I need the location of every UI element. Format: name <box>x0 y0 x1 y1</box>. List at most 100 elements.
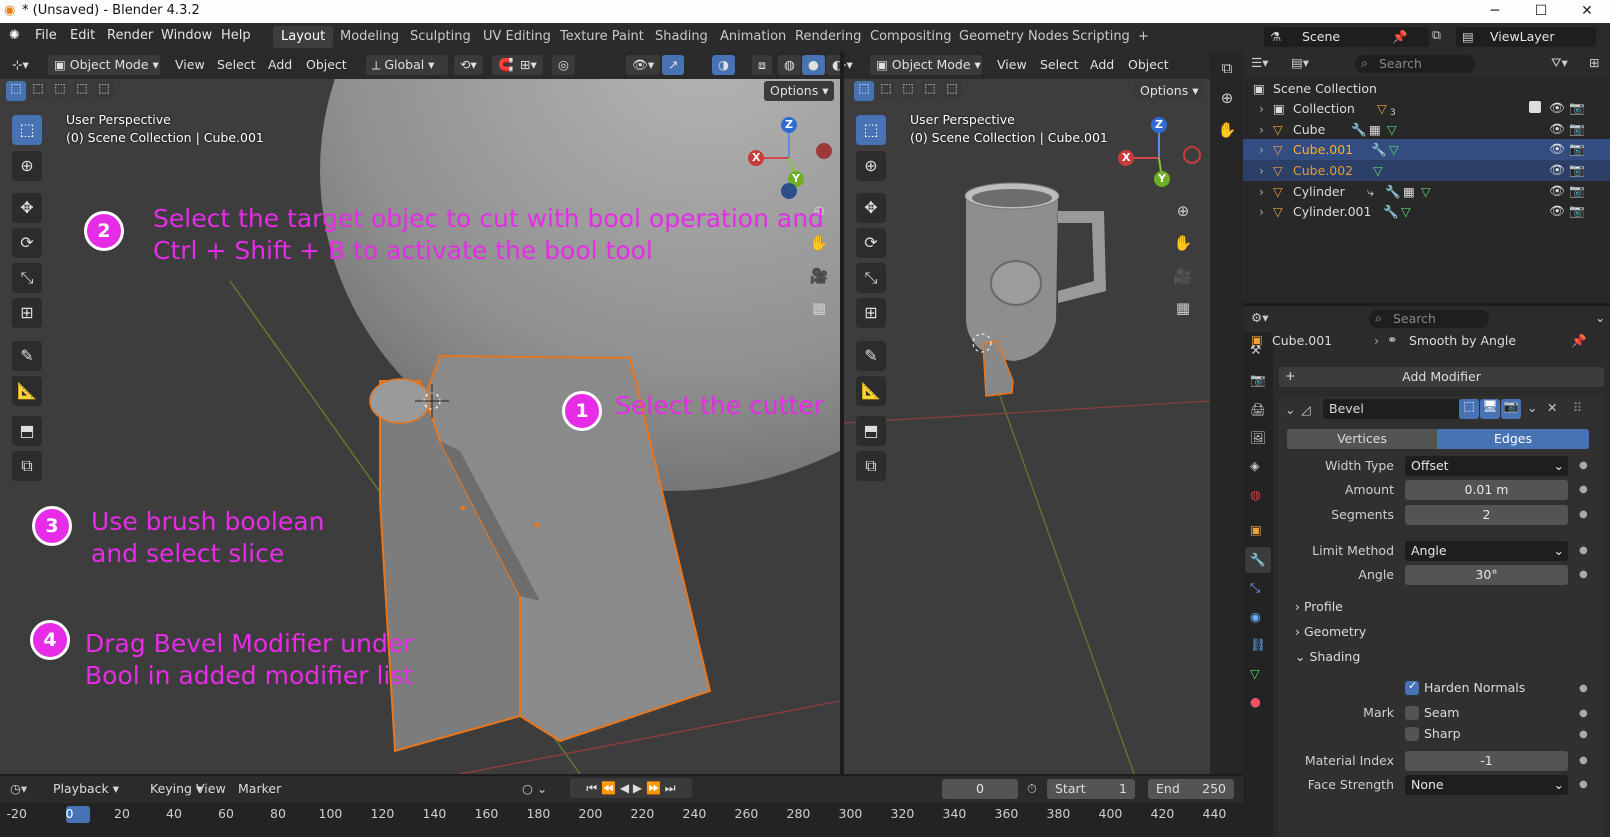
outliner-row-cylinder-001[interactable]: › ▽ Cylinder.001 🔧 ▽ 👁 📷 <box>1243 201 1610 222</box>
menu-select-right[interactable]: Select <box>1040 57 1079 72</box>
menu-marker[interactable]: Marker <box>238 781 281 796</box>
sharp-checkbox[interactable] <box>1405 727 1419 741</box>
keyframe-dot-icon[interactable]: ● <box>1579 729 1588 740</box>
annotate-tool-right-icon[interactable]: ✎ <box>856 341 886 371</box>
end-frame-field[interactable]: End 250 <box>1148 779 1234 799</box>
segments-field[interactable]: 2 <box>1405 505 1568 525</box>
camera-icon[interactable]: 📷 <box>1569 100 1585 116</box>
menu-file[interactable]: File <box>35 28 57 43</box>
exclude-checkbox[interactable] <box>1529 101 1541 113</box>
render-tab-icon[interactable]: 📷 <box>1250 372 1266 388</box>
outliner-row-cylinder[interactable]: › ▽ Cylinder ⤷ 🔧 ▦ ▽ 👁 📷 <box>1243 181 1610 202</box>
tab-rendering[interactable]: Rendering <box>787 26 869 48</box>
solid-shading-icon[interactable]: ● <box>802 55 825 75</box>
keyframe-dot-icon[interactable]: ● <box>1579 460 1588 471</box>
menu-window[interactable]: Window <box>161 28 212 43</box>
expand-arrow-icon[interactable]: › <box>1259 204 1264 219</box>
options-dropdown[interactable]: Options ▾ <box>764 81 834 101</box>
keyframe-dot-icon[interactable]: ● <box>1579 484 1588 495</box>
measure-tool-icon[interactable]: 📐 <box>12 376 42 406</box>
output-tab-icon[interactable]: 🖨 <box>1250 402 1266 418</box>
physics-tab-icon[interactable]: ◉ <box>1250 609 1261 624</box>
tab-shading[interactable]: Shading <box>647 26 716 48</box>
tab-modeling[interactable]: Modeling <box>332 26 407 48</box>
eye-icon[interactable]: 👁 <box>1549 141 1565 157</box>
expand-arrow-icon[interactable]: › <box>1259 142 1264 157</box>
options-dropdown-right[interactable]: Options ▾ <box>1134 81 1204 101</box>
ortho-grid-icon[interactable]: ▦ <box>806 295 832 321</box>
material-shading-icon[interactable]: ◐ <box>826 55 840 75</box>
camera-view-icon[interactable]: 🎥 <box>806 263 832 289</box>
cursor-tool-right-icon[interactable]: ⊕ <box>856 151 886 181</box>
transform-orientation-dropdown[interactable]: ⟂ Global ▾ <box>366 55 448 75</box>
jump-end-icon[interactable]: ⏭ <box>665 781 676 795</box>
mode-dropdown-right[interactable]: ▣ Object Mode ▾ <box>870 55 982 75</box>
properties-search[interactable]: ⌕ Search <box>1369 310 1489 328</box>
expand-arrow-icon[interactable]: › <box>1259 184 1264 199</box>
scene-selector[interactable]: ⚗ Scene 📌 <box>1264 27 1429 47</box>
tab-sculpting[interactable]: Sculpting <box>402 26 479 48</box>
editor-type-right-icon[interactable]: ⊹▾ <box>844 55 859 75</box>
menu-object[interactable]: Object <box>306 57 347 72</box>
close-button[interactable]: ✕ <box>1564 0 1610 23</box>
annotate-tool-icon[interactable]: ✎ <box>12 341 42 371</box>
tab-animation[interactable]: Animation <box>712 26 794 48</box>
face-strength-dropdown[interactable]: None ⌄ <box>1405 775 1568 795</box>
expand-arrow-icon[interactable]: › <box>1259 101 1264 116</box>
select-box-tool-icon[interactable]: ⬚ <box>12 115 42 145</box>
keyframe-dot-icon[interactable]: ● <box>1579 779 1588 790</box>
new-collection-icon[interactable]: ⊞ <box>1589 55 1599 70</box>
filter-icon[interactable]: ⛛▾ <box>1551 55 1568 71</box>
outliner-row-cube-001[interactable]: › ▽ Cube.001 🔧 ▽ 👁 📷 <box>1243 139 1610 160</box>
expand-arrow-icon[interactable]: › <box>1259 163 1264 178</box>
outliner-row-collection[interactable]: › ▣ Collection ▽ 3 👁 📷 <box>1243 98 1610 119</box>
add-cube-tool-icon[interactable]: ⬒ <box>12 416 42 446</box>
menu-select[interactable]: Select <box>217 57 256 72</box>
eye-icon[interactable]: 👁 <box>1549 203 1565 219</box>
select-new-right-icon[interactable]: ⬚ <box>854 81 874 101</box>
remove-modifier-icon[interactable]: ✕ <box>1547 400 1557 415</box>
tab-scripting[interactable]: Scripting <box>1064 26 1138 48</box>
bool-tool-right-icon[interactable]: ⧉ <box>856 451 886 481</box>
menu-view[interactable]: View <box>175 57 205 72</box>
viewport-toggle-icon[interactable]: 🖥 <box>1480 399 1500 419</box>
view-layer-tab-icon[interactable]: 🖼 <box>1250 430 1266 446</box>
modifier-menu-icon[interactable]: ⌄ <box>1527 400 1537 415</box>
overlay-toggle-icon[interactable]: ◑ <box>712 55 735 75</box>
add-cube-tool-right-icon[interactable]: ⬒ <box>856 416 886 446</box>
particles-tab-icon[interactable]: ⤡ <box>1250 580 1260 596</box>
timeline-editor-icon[interactable]: ◷▾ <box>10 781 27 796</box>
keyframe-dot-icon[interactable]: ● <box>1579 569 1588 580</box>
outliner-row-cube[interactable]: › ▽ Cube 🔧 ▦ ▽ 👁 📷 <box>1243 119 1610 140</box>
select-intersect-right-icon[interactable]: ⬚ <box>942 81 962 101</box>
transform-tool-right-icon[interactable]: ⊞ <box>856 298 886 328</box>
current-frame-field[interactable]: 0 <box>942 779 1018 799</box>
camera-icon[interactable]: 📷 <box>1569 141 1585 157</box>
next-keyframe-icon[interactable]: ⏩ <box>646 781 661 795</box>
tab-texture-paint[interactable]: Texture Paint <box>552 26 652 48</box>
menu-playback[interactable]: Playback ▾ <box>53 781 119 796</box>
width-type-dropdown[interactable]: Offset ⌄ <box>1405 456 1568 476</box>
outliner-editor-icon[interactable]: ☰▾ <box>1251 55 1268 70</box>
constraints-tab-icon[interactable]: ⛓ <box>1250 637 1266 653</box>
chevron-down-icon[interactable]: ⌄ <box>1595 310 1605 325</box>
add-workspace-button[interactable]: + <box>1130 26 1157 48</box>
add-modifier-button[interactable]: + Add Modifier <box>1279 367 1604 387</box>
viewport-right[interactable]: ⊹▾ ▣ Object Mode ▾ View Select Add Objec… <box>844 51 1210 774</box>
material-index-field[interactable]: -1 <box>1405 751 1568 771</box>
limit-method-dropdown[interactable]: Angle ⌄ <box>1405 541 1568 561</box>
affect-edges-button[interactable]: Edges <box>1437 429 1589 449</box>
eye-icon[interactable]: 👁 <box>1549 162 1565 178</box>
move-tool-right-icon[interactable]: ✥ <box>856 193 886 223</box>
sidebar-toggle-icon[interactable]: ⧉ <box>1214 55 1240 81</box>
select-box-tool-right-icon[interactable]: ⬚ <box>856 115 886 145</box>
start-frame-field[interactable]: Start 1 <box>1047 779 1135 799</box>
editor-type-icon[interactable]: ⊹▾ <box>6 55 35 75</box>
material-tab-icon[interactable]: ● <box>1250 694 1261 709</box>
pin-icon[interactable]: 📌 <box>1392 29 1408 45</box>
pan-side-icon[interactable]: ✋ <box>1214 117 1240 143</box>
camera-icon[interactable]: 📷 <box>1569 203 1585 219</box>
menu-view-right[interactable]: View <box>997 57 1027 72</box>
bool-tool-icon[interactable]: ⧉ <box>12 451 42 481</box>
outliner-row-scene-collection[interactable]: ▣ Scene Collection <box>1243 78 1610 99</box>
